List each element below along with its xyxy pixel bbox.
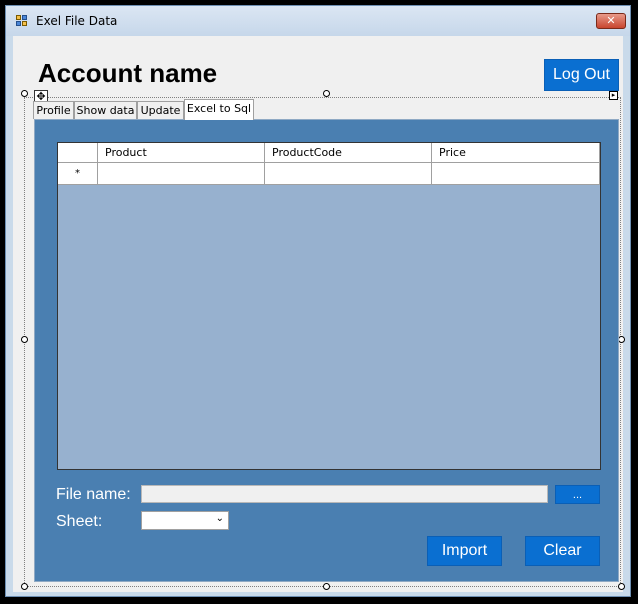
tab-panel-excel-to-sql: Product ProductCode Price * File name: .…	[34, 119, 619, 582]
grid-cell-product[interactable]	[98, 163, 265, 185]
account-name-heading: Account name	[38, 58, 218, 88]
tab-update[interactable]: Update	[137, 101, 184, 119]
column-header-price[interactable]: Price	[432, 143, 600, 163]
form-client-area: Account name Log Out ✥ ▸ Profile Show da…	[13, 36, 625, 592]
column-header-productcode[interactable]: ProductCode	[265, 143, 432, 163]
grid-cell-productcode[interactable]	[265, 163, 432, 185]
row-header-new-marker[interactable]: *	[58, 163, 98, 185]
grid-new-row[interactable]: *	[58, 163, 600, 185]
tab-profile[interactable]: Profile	[33, 101, 74, 119]
resize-handle[interactable]	[323, 583, 330, 590]
close-icon: ✕	[606, 14, 616, 27]
resize-handle[interactable]	[21, 90, 28, 97]
file-name-label: File name:	[56, 486, 131, 503]
resize-handle[interactable]	[323, 90, 330, 97]
title-bar[interactable]: Exel File Data ✕	[6, 6, 630, 36]
file-name-input[interactable]	[141, 485, 548, 503]
logout-button[interactable]: Log Out	[544, 59, 619, 91]
sheet-dropdown[interactable]: ⌄	[141, 511, 229, 530]
grid-header-row: Product ProductCode Price	[58, 143, 600, 163]
browse-button[interactable]: ...	[555, 485, 600, 504]
resize-handle[interactable]	[21, 583, 28, 590]
close-button[interactable]: ✕	[596, 13, 626, 29]
window-title: Exel File Data	[36, 14, 118, 28]
resize-handle[interactable]	[618, 583, 625, 590]
data-grid[interactable]: Product ProductCode Price *	[57, 142, 601, 470]
tab-show-data[interactable]: Show data	[74, 101, 137, 119]
grid-corner-header[interactable]	[58, 143, 98, 163]
smart-tag-icon[interactable]: ▸	[609, 91, 618, 100]
tab-excel-to-sql[interactable]: Excel to Sql	[184, 99, 254, 120]
app-window: Exel File Data ✕ Account name Log Out ✥ …	[5, 5, 631, 597]
app-icon	[16, 15, 30, 27]
chevron-down-icon: ⌄	[215, 513, 224, 524]
resize-handle[interactable]	[21, 336, 28, 343]
clear-button[interactable]: Clear	[525, 536, 600, 566]
import-button[interactable]: Import	[427, 536, 502, 566]
sheet-label: Sheet:	[56, 513, 103, 530]
grid-cell-price[interactable]	[432, 163, 600, 185]
resize-handle[interactable]	[618, 336, 625, 343]
column-header-product[interactable]: Product	[98, 143, 265, 163]
